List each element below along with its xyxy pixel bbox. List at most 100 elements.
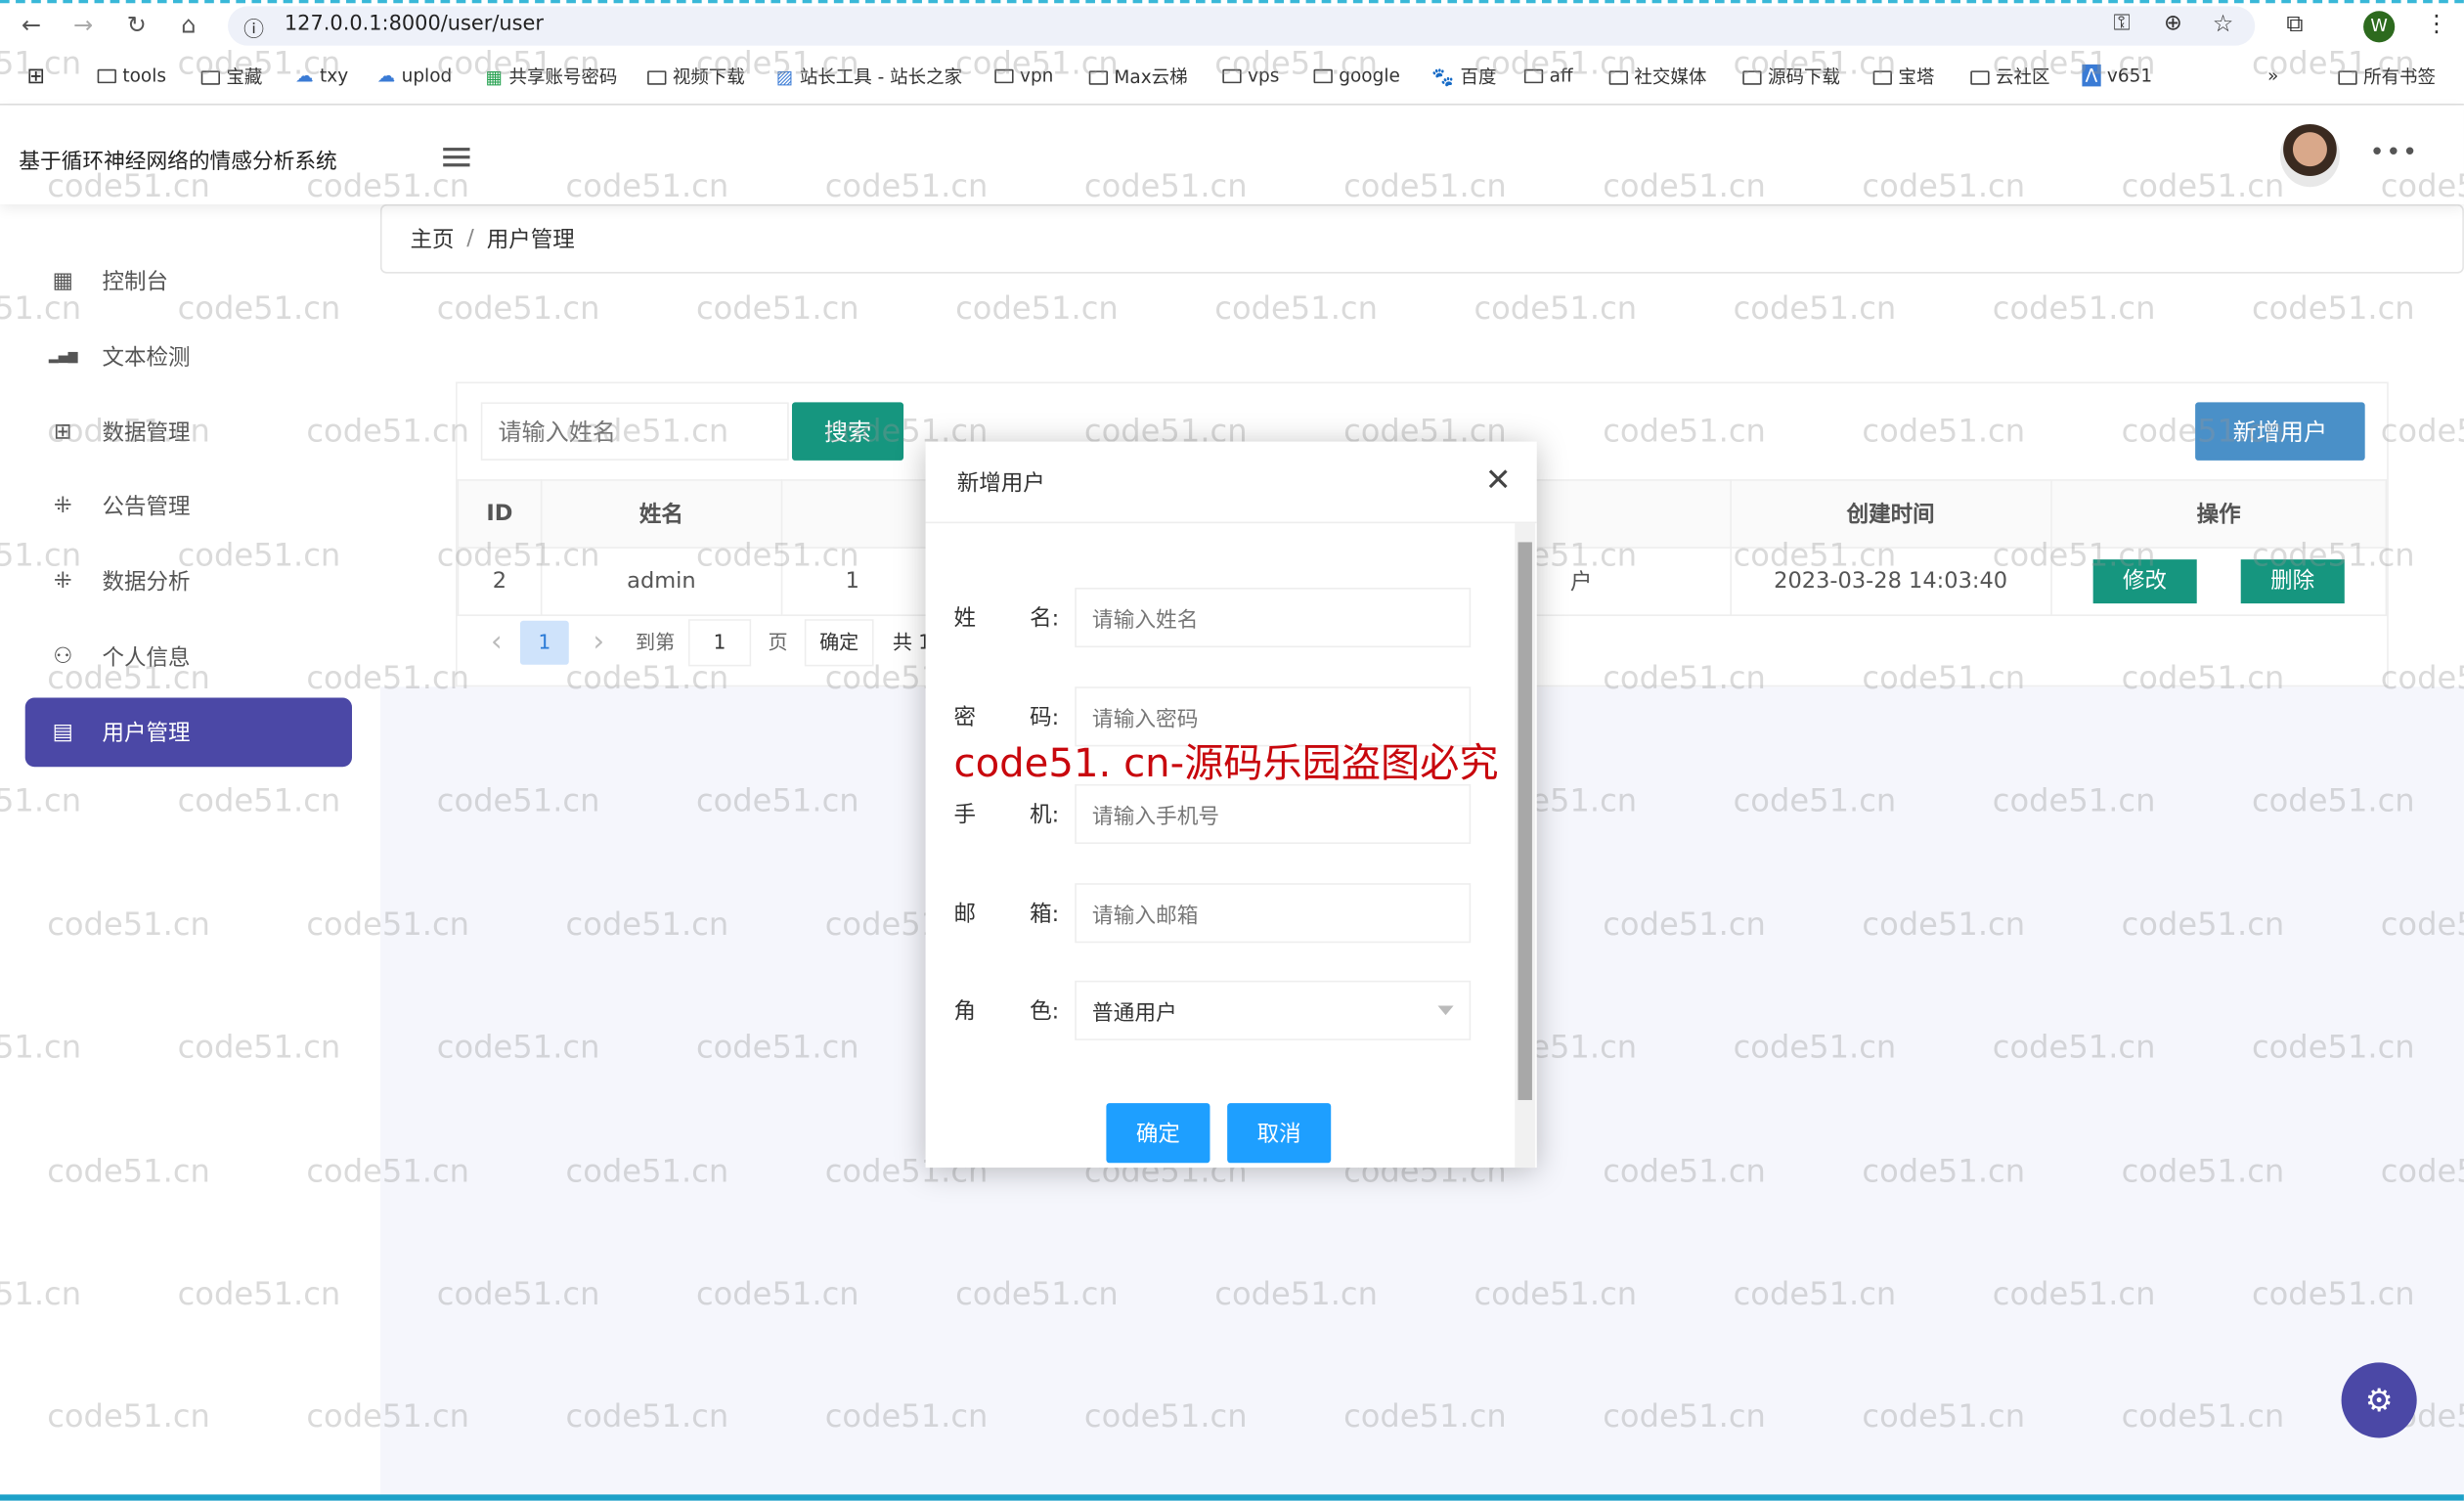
delete-button[interactable]: 删除 xyxy=(2240,559,2345,604)
more-icon[interactable]: ••• xyxy=(2370,137,2419,167)
bookmark-16[interactable]: 云社区 xyxy=(1970,65,2049,90)
more-bookmarks[interactable]: » xyxy=(2267,65,2278,86)
search-input[interactable] xyxy=(480,402,789,461)
field-label: 手 机: xyxy=(954,798,1076,829)
bookmarks-bar: ⊞ tools 宝藏 ☁ txy ☁ uplod ▦ 共享账号密码 视频下载 ▨ 站长工具 - 站长… xyxy=(0,47,2464,106)
back-icon[interactable]: ← xyxy=(16,11,47,39)
field-input[interactable]: 请输入邮箱 xyxy=(1075,882,1472,943)
sidebar-item-2[interactable]: ⊞ 数据管理 xyxy=(25,397,352,466)
bookmark-11[interactable]: 🐾 百度 xyxy=(1431,65,1496,90)
role-select[interactable]: 普通用户 xyxy=(1075,980,1472,1040)
sidebar-item-label: 数据管理 xyxy=(102,420,191,446)
avatar[interactable] xyxy=(2279,123,2340,188)
cancel-button[interactable]: 取消 xyxy=(1227,1103,1332,1164)
bookmark-17[interactable]: Λv651 xyxy=(2082,64,2152,87)
chevron-down-icon xyxy=(1437,1005,1454,1016)
label-char: 密 xyxy=(953,704,977,730)
menu-icon[interactable]: ⋮ xyxy=(2425,10,2448,38)
zoom-icon[interactable]: ⊕ xyxy=(2164,11,2182,36)
bookmark-7[interactable]: vpn xyxy=(994,65,1053,86)
watermark: code51.cn xyxy=(2380,412,2464,450)
grid-icon: ▦ xyxy=(52,268,73,294)
bookmark-2[interactable]: ☁ txy xyxy=(295,65,348,86)
sidebar-item-4[interactable]: ⁜ 数据分析 xyxy=(25,548,352,617)
cell-name: admin xyxy=(540,547,783,616)
column-header: 创建时间 xyxy=(1729,479,2052,549)
all-bookmarks[interactable]: 所有书签 xyxy=(2338,65,2436,90)
goto-confirm-button[interactable]: 确定 xyxy=(804,619,874,667)
bookmark-label: 共享账号密码 xyxy=(508,66,618,88)
bookmark-9[interactable]: vps xyxy=(1222,65,1279,86)
prev-page-icon[interactable]: ‹ xyxy=(473,621,520,665)
bookmark-10[interactable]: google xyxy=(1313,65,1400,86)
sidebar-item-6[interactable]: ▤ 用户管理 xyxy=(24,697,352,767)
page-1[interactable]: 1 xyxy=(519,620,569,665)
bookmark-8[interactable]: Max云梯 xyxy=(1088,65,1188,90)
folder-icon xyxy=(1970,69,1990,84)
bookmark-label: 宝塔 xyxy=(1898,66,1935,88)
folder-icon xyxy=(1742,69,1762,84)
extensions-icon[interactable]: ⧉ xyxy=(2286,10,2303,38)
folder-icon xyxy=(2338,69,2357,84)
settings-button[interactable]: ⚙ xyxy=(2341,1362,2417,1438)
page-input[interactable]: 1 xyxy=(687,619,752,667)
home-icon[interactable]: ⌂ xyxy=(173,11,204,39)
apps-icon[interactable]: ⊞ xyxy=(26,65,45,90)
forward-icon[interactable]: → xyxy=(67,11,99,39)
bookmark-label: 视频下载 xyxy=(672,66,745,88)
breadcrumb-home[interactable]: 主页 xyxy=(410,223,454,254)
bookmark-15[interactable]: 宝塔 xyxy=(1872,65,1935,90)
next-page-icon[interactable]: › xyxy=(569,621,629,665)
url-text[interactable]: 127.0.0.1:8000/user/user xyxy=(285,13,544,36)
info-icon[interactable]: ⓘ xyxy=(243,13,264,42)
breadcrumb-separator: / xyxy=(466,226,474,252)
bookmark-4[interactable]: ▦ 共享账号密码 xyxy=(486,65,618,90)
scrollbar-thumb[interactable] xyxy=(1518,542,1532,1100)
bookmark-label: uplod xyxy=(401,64,453,87)
edit-button[interactable]: 修改 xyxy=(2092,559,2197,604)
field-input[interactable]: 请输入手机号 xyxy=(1075,783,1472,845)
reload-icon[interactable]: ↻ xyxy=(121,11,153,39)
label-char: 邮 xyxy=(953,901,977,927)
bookmark-6[interactable]: ▨ 站长工具 - 站长之家 xyxy=(776,65,962,90)
key-icon[interactable]: ⚿ xyxy=(2114,11,2131,36)
bookmark-14[interactable]: 源码下载 xyxy=(1742,65,1840,90)
site-icon: ▨ xyxy=(775,66,794,88)
bookmark-5[interactable]: 视频下载 xyxy=(647,65,745,90)
hamburger-menu-icon[interactable] xyxy=(443,148,470,167)
bookmark-13[interactable]: 社交媒体 xyxy=(1608,65,1707,90)
bookmark-1[interactable]: 宝藏 xyxy=(200,65,262,90)
sidebar-item-1[interactable]: ▂▄▆ 文本检测 xyxy=(25,322,352,391)
watermark: code51.cn xyxy=(1214,288,1378,328)
user-icon: ⚇ xyxy=(53,643,73,670)
address-bar[interactable]: ⓘ 127.0.0.1:8000/user/user ⚿ ⊕ ☆ xyxy=(228,6,2256,46)
sidebar-item-5[interactable]: ⚇ 个人信息 xyxy=(25,622,352,691)
red-watermark: code51. cn-源码乐园盗图必究 xyxy=(953,739,1499,786)
close-icon[interactable]: ✕ xyxy=(1485,461,1512,499)
bookmark-3[interactable]: ☁ uplod xyxy=(377,65,453,86)
watermark: code51.cn xyxy=(695,288,859,328)
dialog-title: 新增用户 xyxy=(956,471,1045,497)
cell-id: 2 xyxy=(457,547,543,616)
bookmark-label: tools xyxy=(122,64,167,87)
sidebar-item-0[interactable]: ▦ 控制台 xyxy=(25,246,352,316)
bookmark-0[interactable]: tools xyxy=(97,64,167,87)
app-title: 基于循环神经网络的情感分析系统 xyxy=(19,149,337,175)
sidebar-item-3[interactable]: ⁜ 公告管理 xyxy=(25,472,352,542)
profile-avatar[interactable]: W xyxy=(2363,11,2396,43)
folder-icon xyxy=(1222,67,1242,83)
star-icon[interactable]: ☆ xyxy=(2213,10,2234,38)
app-icon: Λ xyxy=(2082,64,2101,87)
confirm-button[interactable]: 确定 xyxy=(1106,1103,1210,1164)
divider xyxy=(925,521,1537,524)
bookmark-12[interactable]: aff xyxy=(1523,65,1573,86)
bookmark-label: 社交媒体 xyxy=(1634,66,1707,88)
field-input[interactable]: 请输入姓名 xyxy=(1075,588,1472,648)
dialog-scrollbar[interactable] xyxy=(1515,523,1536,1169)
sidebar: ▦ 控制台 ▂▄▆ 文本检测 ⊞ 数据管理 ⁜ 公告管理 ⁜ 数据分析 ⚇ 个人信息 ▤ 用户管理 xyxy=(0,203,380,1501)
add-user-button[interactable]: 新增用户 xyxy=(2195,402,2365,461)
all-bookmarks-label: 所有书签 xyxy=(2363,66,2437,88)
sidebar-item-label: 用户管理 xyxy=(102,721,191,747)
label-char: 名: xyxy=(1030,606,1060,633)
search-button[interactable]: 搜索 xyxy=(791,402,904,461)
